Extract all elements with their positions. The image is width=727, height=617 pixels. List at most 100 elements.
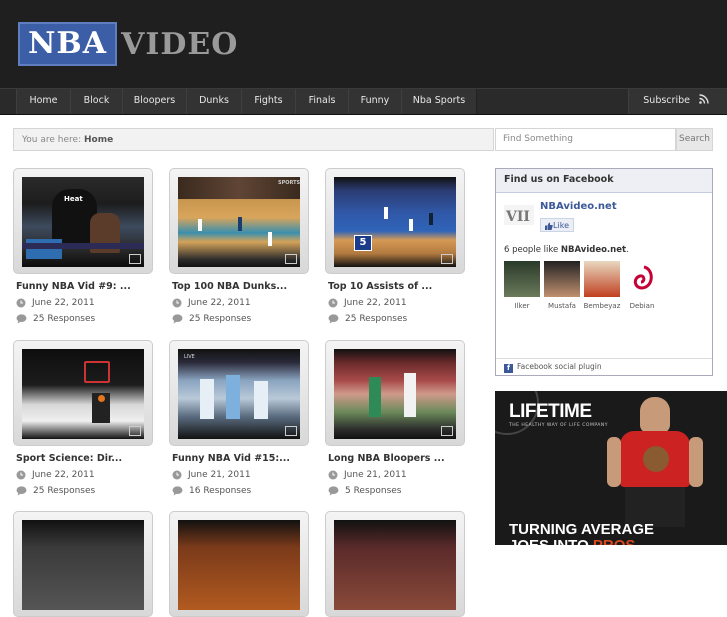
ad-brand: LIFETIME (509, 401, 592, 422)
video-date: June 22, 2011 (16, 470, 153, 480)
search-button[interactable]: Search (676, 128, 713, 151)
video-responses[interactable]: 25 Responses (16, 486, 153, 496)
video-responses-text: 5 Responses (345, 486, 402, 496)
subscribe-link[interactable]: Subscribe (628, 89, 727, 114)
video-thumbnail[interactable] (22, 349, 144, 439)
clock-icon (172, 470, 182, 480)
video-responses[interactable]: 25 Responses (172, 314, 309, 324)
video-thumbnail[interactable] (178, 520, 300, 610)
clock-icon (16, 470, 26, 480)
video-thumbnail[interactable]: Heat (22, 177, 144, 267)
video-responses-text: 25 Responses (33, 486, 96, 496)
video-thumbnail[interactable]: LIVE (178, 349, 300, 439)
clock-icon (172, 298, 182, 308)
video-responses[interactable]: 25 Responses (16, 314, 153, 324)
main-nav: Home Block Bloopers Dunks Fights Finals … (0, 88, 727, 115)
fan-name[interactable]: Debian (620, 302, 664, 310)
breadcrumb-current[interactable]: Home (84, 135, 113, 145)
video-card[interactable]: Long NBA Bloopers ... June 21, 2011 5 Re… (325, 340, 465, 496)
rss-icon (699, 94, 709, 104)
channel-badge (285, 254, 297, 264)
channel-badge (441, 254, 453, 264)
fan-count-prefix: 6 people like (504, 245, 559, 255)
facebook-page-name[interactable]: NBAvideo.net (540, 201, 617, 212)
fan-count-page: NBAvideo.net (560, 245, 627, 255)
nav-item-fights[interactable]: Fights (241, 89, 296, 114)
video-thumbnail[interactable]: 5 (334, 177, 456, 267)
video-date-text: June 22, 2011 (344, 298, 407, 308)
ad-headline-2b: PROS (593, 537, 636, 545)
nav-item-finals[interactable]: Finals (295, 89, 349, 114)
video-thumbnail[interactable]: SPORTS (178, 177, 300, 267)
clock-icon (328, 470, 338, 480)
nav-item-nba-sports[interactable]: Nba Sports (401, 89, 477, 114)
facebook-like-box: Find us on Facebook VII NBAvideo.net Lik… (495, 168, 713, 376)
facebook-like-button[interactable]: Like (540, 218, 574, 232)
video-thumbnail-frame[interactable] (13, 340, 153, 446)
facebook-like-label: Like (553, 221, 569, 230)
search-placeholder: Find Something (503, 134, 573, 144)
video-date: June 22, 2011 (172, 298, 309, 308)
video-thumbnail-frame[interactable]: Heat (13, 168, 153, 274)
facebook-footer-label: Facebook social plugin (517, 362, 602, 371)
debian-logo-icon[interactable] (624, 261, 660, 297)
clock-icon (16, 298, 26, 308)
video-title[interactable]: Funny NBA Vid #9: ... (16, 281, 153, 292)
video-title[interactable]: Long NBA Bloopers ... (328, 453, 465, 464)
video-title[interactable]: Funny NBA Vid #15:... (172, 453, 309, 464)
video-thumbnail-frame[interactable]: SPORTS (169, 168, 309, 274)
fan-name[interactable]: Bembeyaz (580, 302, 624, 310)
breadcrumb-prefix: You are here: (22, 135, 82, 145)
video-card[interactable] (169, 511, 309, 617)
video-responses[interactable]: 16 Responses (172, 486, 309, 496)
fan-name[interactable]: Mustafa (540, 302, 584, 310)
nav-item-dunks[interactable]: Dunks (186, 89, 242, 114)
site-logo-icon[interactable]: VII (504, 203, 534, 227)
video-title[interactable]: Top 100 NBA Dunks... (172, 281, 309, 292)
fan-avatar[interactable] (584, 261, 620, 297)
channel-badge (129, 426, 141, 436)
video-date-text: June 21, 2011 (344, 470, 407, 480)
video-card[interactable]: SPORTS Top 100 NBA Dunks... June 22, 201… (169, 168, 309, 324)
nav-item-block[interactable]: Block (70, 89, 123, 114)
video-thumbnail-frame[interactable]: 5 (325, 168, 465, 274)
comment-icon (172, 486, 183, 496)
video-card[interactable]: LIVE Funny NBA Vid #15:... June 21, 2011… (169, 340, 309, 496)
clock-icon (328, 298, 338, 308)
facebook-heading: Find us on Facebook (496, 169, 712, 193)
video-card[interactable] (325, 511, 465, 617)
video-thumbnail-frame[interactable] (325, 511, 465, 617)
video-thumbnail-frame[interactable] (13, 511, 153, 617)
video-responses-text: 25 Responses (345, 314, 408, 324)
nav-item-home[interactable]: Home (16, 89, 71, 114)
svg-text:VII: VII (505, 209, 530, 225)
video-card[interactable]: Sport Science: Dir... June 22, 2011 25 R… (13, 340, 153, 496)
video-thumbnail-frame[interactable]: LIVE (169, 340, 309, 446)
video-title[interactable]: Top 10 Assists of ... (328, 281, 465, 292)
video-card[interactable]: Heat Funny NBA Vid #9: ... June 22, 2011… (13, 168, 153, 324)
video-card[interactable]: 5 Top 10 Assists of ... June 22, 2011 25… (325, 168, 465, 324)
ad-headline-2: JOES INTO PROS (509, 537, 635, 545)
video-responses[interactable]: 5 Responses (328, 486, 465, 496)
nav-item-funny[interactable]: Funny (348, 89, 402, 114)
video-thumbnail[interactable] (334, 349, 456, 439)
facebook-footer[interactable]: f Facebook social plugin (496, 358, 712, 375)
fan-name[interactable]: Ilker (500, 302, 544, 310)
video-card[interactable] (13, 511, 153, 617)
video-thumbnail-frame[interactable] (325, 340, 465, 446)
ad-tagline: THE HEALTHY WAY OF LIFE COMPANY (509, 423, 608, 428)
video-responses[interactable]: 25 Responses (328, 314, 465, 324)
video-thumbnail-frame[interactable] (169, 511, 309, 617)
fan-avatar[interactable] (504, 261, 540, 297)
video-date-text: June 22, 2011 (32, 298, 95, 308)
search-input[interactable]: Find Something (495, 128, 676, 151)
facebook-fan-count: 6 people like NBAvideo.net. (504, 245, 629, 255)
site-logo[interactable]: NBA VIDEO (18, 22, 238, 66)
fan-avatar[interactable] (544, 261, 580, 297)
subscribe-label: Subscribe (643, 95, 690, 106)
ad-banner[interactable]: LIFETIME THE HEALTHY WAY OF LIFE COMPANY… (495, 391, 727, 545)
video-thumbnail[interactable] (334, 520, 456, 610)
video-title[interactable]: Sport Science: Dir... (16, 453, 153, 464)
nav-item-bloopers[interactable]: Bloopers (122, 89, 187, 114)
video-thumbnail[interactable] (22, 520, 144, 610)
